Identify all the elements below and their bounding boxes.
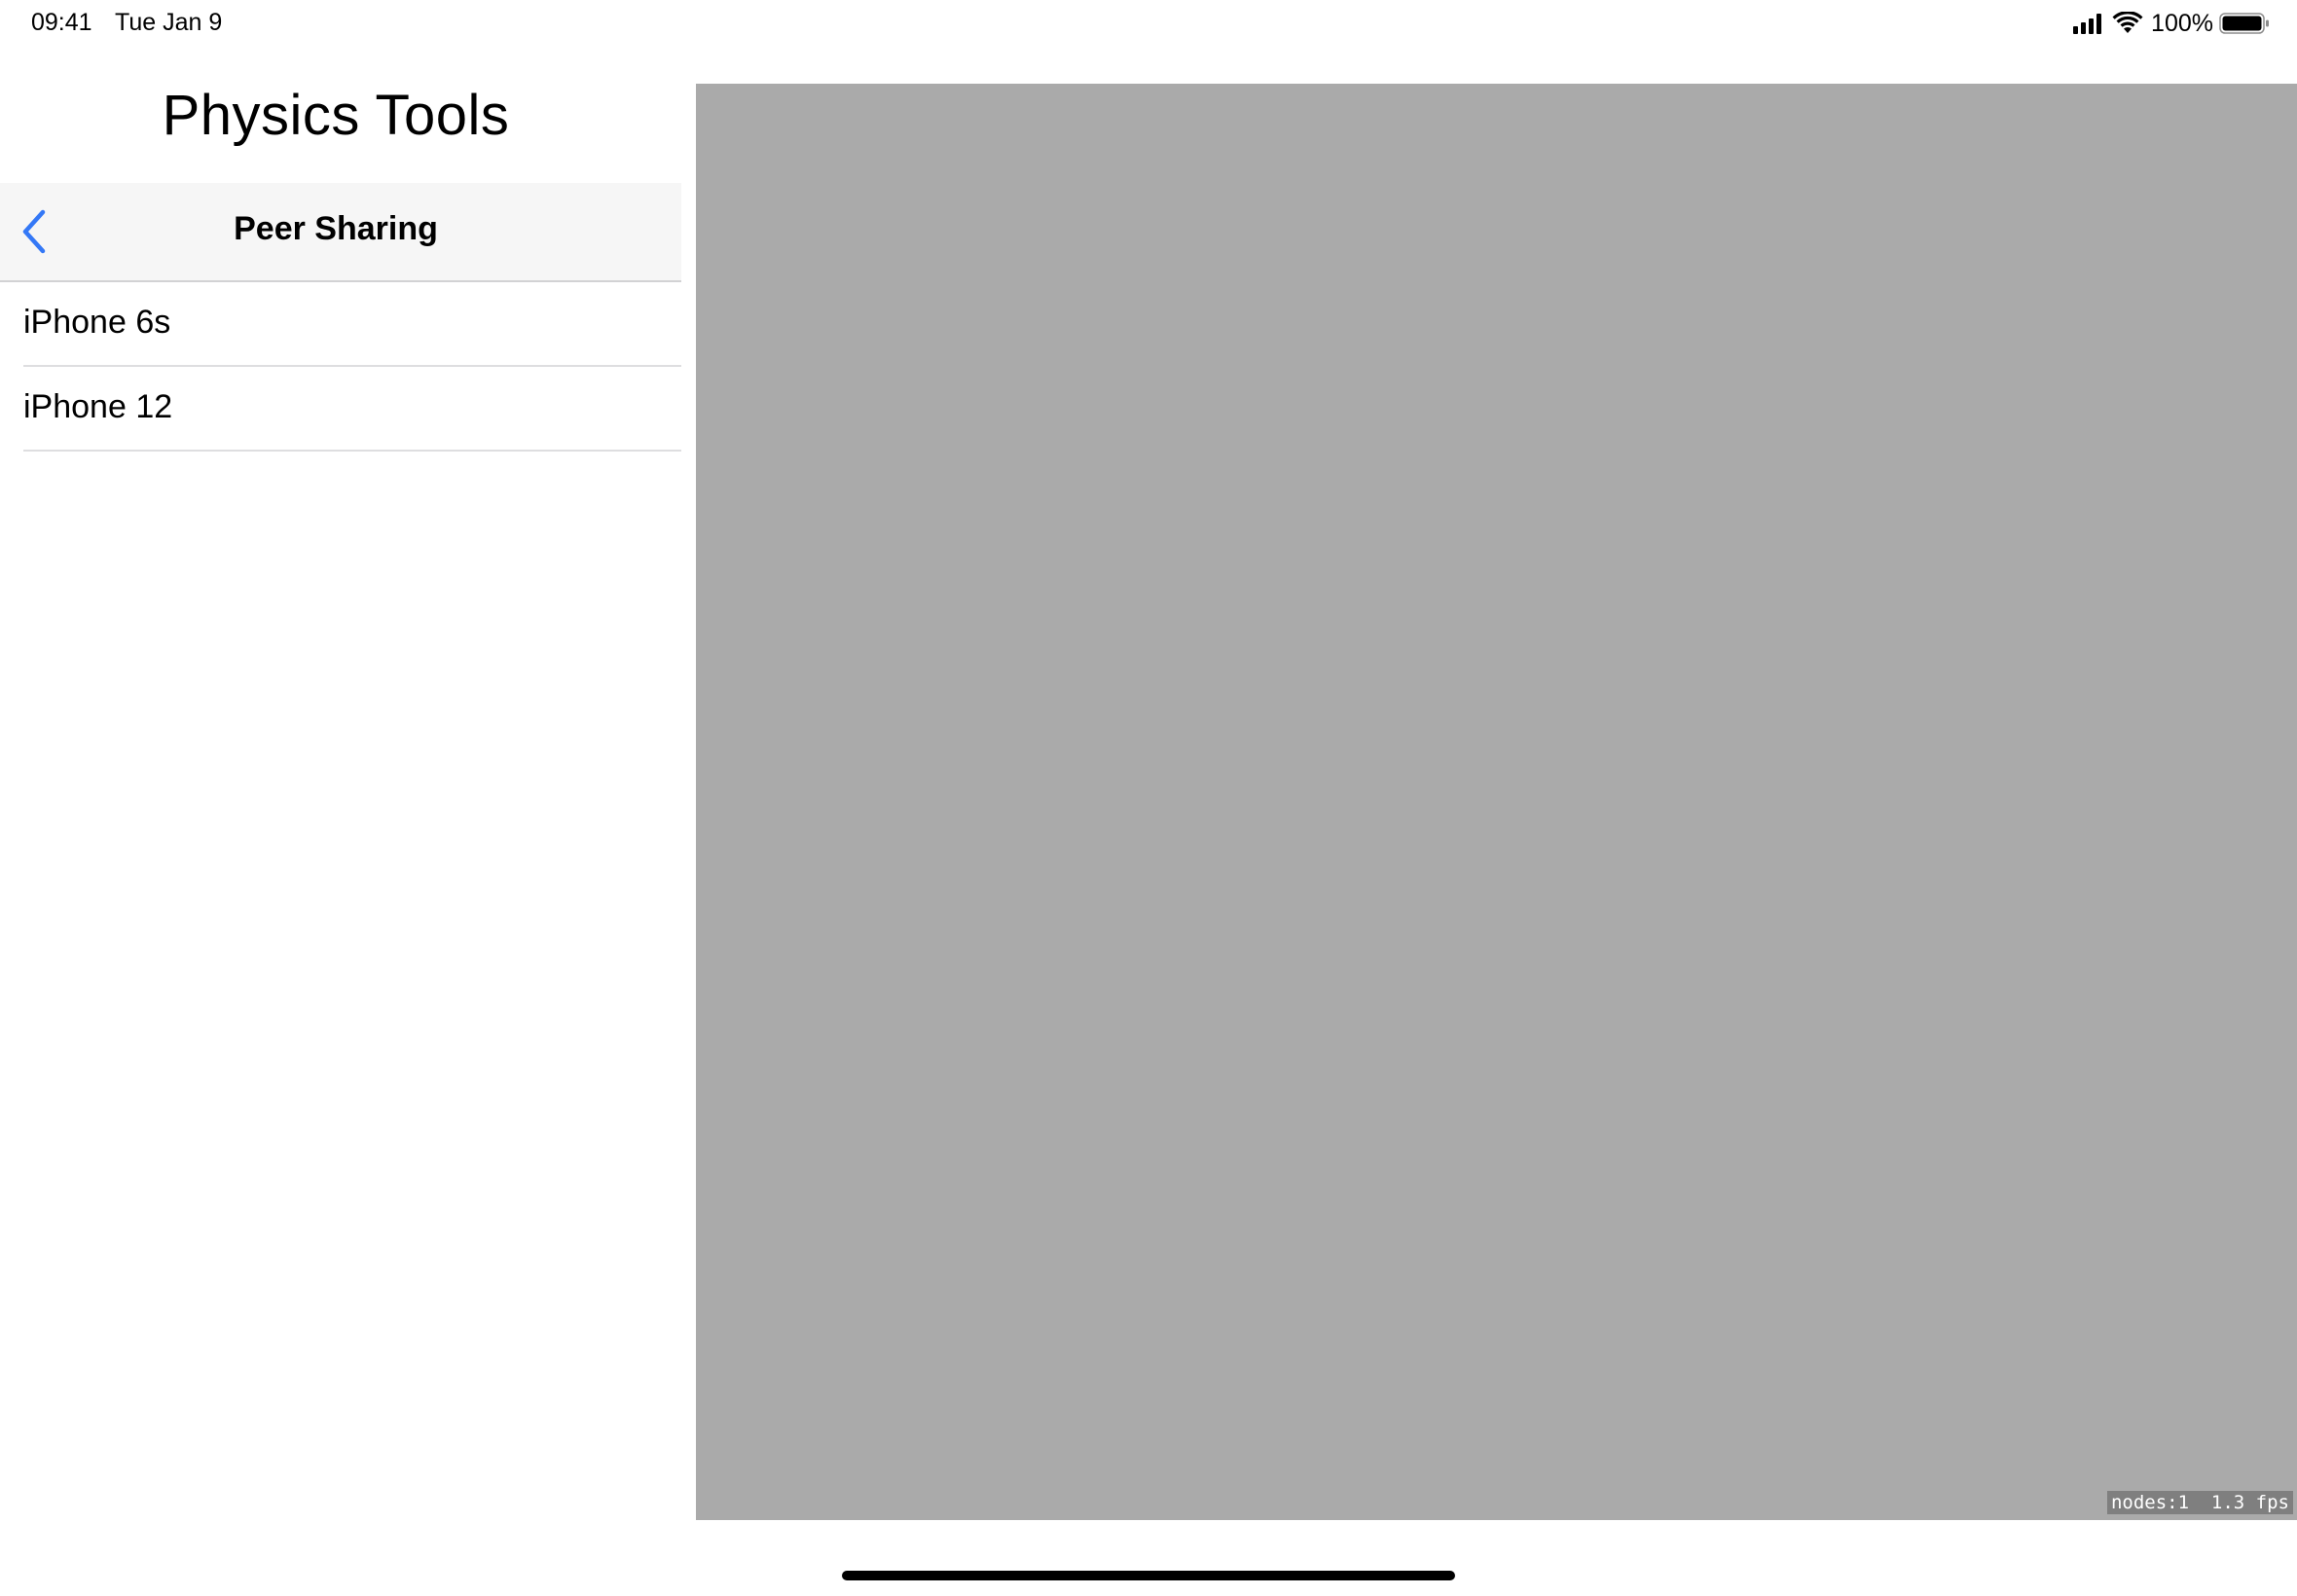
status-bar: 09:41 Tue Jan 9 100% [0,0,2297,49]
scene-view[interactable]: nodes:1 1.3 fps [696,84,2297,1520]
nav-title: Peer Sharing [234,210,438,247]
app-screen: 09:41 Tue Jan 9 100% Physics Tools Peer … [0,0,2297,1596]
battery-percent: 100% [2151,9,2213,37]
status-date: Tue Jan 9 [115,9,223,36]
signal-icon [2073,13,2104,34]
peer-device-label: iPhone 12 [23,388,173,425]
peer-device-label: iPhone 6s [23,304,171,341]
battery-icon [2219,13,2269,34]
home-indicator[interactable] [842,1571,1455,1580]
scene-stats-overlay: nodes:1 1.3 fps [2106,1491,2293,1514]
status-indicators: 100% [2073,8,2270,39]
status-time: 09:41 [31,9,92,36]
peer-device-item[interactable]: iPhone 12 [0,367,681,452]
divider [23,450,681,452]
navigation-bar: Peer Sharing [0,183,681,282]
peer-device-item[interactable]: iPhone 6s [0,282,681,367]
wifi-icon [2112,12,2143,33]
sidebar: Physics Tools Peer Sharing iPhone 6s iPh… [0,49,681,1596]
peer-device-list: iPhone 6s iPhone 12 [0,282,681,452]
sidebar-title: Physics Tools [162,84,510,147]
